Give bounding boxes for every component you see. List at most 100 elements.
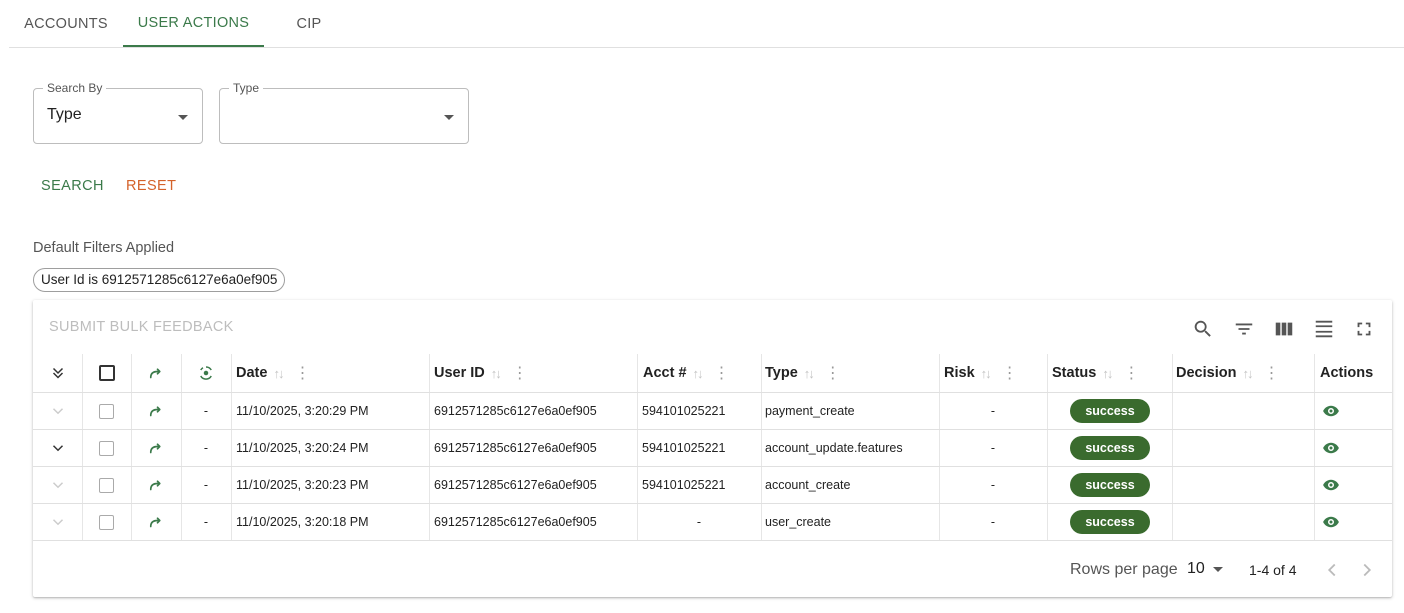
column-risk[interactable]: Risk bbox=[944, 365, 975, 381]
row-dash: - bbox=[203, 478, 209, 492]
row-date: 11/10/2025, 3:20:23 PM bbox=[236, 478, 369, 492]
row-acct: - bbox=[696, 515, 702, 529]
default-filters-label: Default Filters Applied bbox=[33, 240, 175, 256]
chevron-down-icon[interactable] bbox=[1213, 567, 1223, 572]
status-badge[interactable]: success bbox=[1070, 436, 1150, 460]
column-menu-icon[interactable]: ⋮ bbox=[825, 363, 841, 383]
rows-per-page-select[interactable]: 10 bbox=[1187, 560, 1205, 578]
row-date: 11/10/2025, 3:20:18 PM bbox=[236, 515, 369, 529]
row-acct: 594101025221 bbox=[642, 441, 726, 455]
sort-icon[interactable]: ↑↓ bbox=[1242, 366, 1253, 381]
status-badge[interactable]: success bbox=[1070, 473, 1150, 497]
status-badge[interactable]: success bbox=[1070, 510, 1150, 534]
search-by-select[interactable]: Search By Type bbox=[33, 81, 203, 144]
filter-icon[interactable] bbox=[1233, 318, 1255, 340]
next-page-icon[interactable] bbox=[1356, 559, 1378, 581]
row-date: 11/10/2025, 3:20:29 PM bbox=[236, 404, 369, 418]
sort-icon[interactable]: ↑↓ bbox=[1102, 366, 1113, 381]
row-user-id: 6912571285c6127e6a0ef905 bbox=[434, 441, 597, 455]
column-status[interactable]: Status bbox=[1052, 365, 1096, 381]
row-user-id: 6912571285c6127e6a0ef905 bbox=[434, 515, 597, 529]
columns-icon[interactable] bbox=[1273, 318, 1295, 340]
view-icon[interactable] bbox=[1322, 504, 1392, 540]
tab-accounts[interactable]: ACCOUNTS bbox=[9, 0, 123, 47]
row-risk: - bbox=[990, 515, 996, 529]
column-user-id[interactable]: User ID bbox=[434, 365, 485, 381]
forward-icon[interactable] bbox=[131, 504, 181, 540]
chevron-down-icon bbox=[444, 115, 454, 120]
row-checkbox[interactable] bbox=[82, 504, 131, 540]
expand-all-icon[interactable] bbox=[33, 354, 82, 392]
forward-icon[interactable] bbox=[131, 393, 181, 429]
table-row[interactable]: - 11/10/2025, 3:20:18 PM 6912571285c6127e6… bbox=[33, 504, 1392, 541]
row-checkbox[interactable] bbox=[82, 467, 131, 503]
row-checkbox[interactable] bbox=[82, 393, 131, 429]
row-checkbox[interactable] bbox=[82, 430, 131, 466]
prev-page-icon[interactable] bbox=[1321, 559, 1343, 581]
search-button[interactable]: SEARCH bbox=[41, 178, 104, 194]
row-user-id: 6912571285c6127e6a0ef905 bbox=[434, 404, 597, 418]
reset-button[interactable]: RESET bbox=[126, 178, 176, 194]
table-row[interactable]: - 11/10/2025, 3:20:29 PM 6912571285c6127e6… bbox=[33, 393, 1392, 430]
select-all-checkbox[interactable] bbox=[82, 354, 131, 392]
type-label: Type bbox=[229, 81, 264, 95]
pagination: Rows per page 10 1-4 of 4 bbox=[33, 543, 1392, 597]
sync-icon bbox=[181, 354, 231, 392]
view-icon[interactable] bbox=[1322, 467, 1392, 503]
row-user-id: 6912571285c6127e6a0ef905 bbox=[434, 478, 597, 492]
column-actions: Actions bbox=[1320, 365, 1374, 381]
fullscreen-icon[interactable] bbox=[1353, 318, 1375, 340]
sort-icon[interactable]: ↑↓ bbox=[693, 366, 704, 381]
chevron-down-icon bbox=[178, 115, 188, 120]
submit-bulk-feedback-button[interactable]: SUBMIT BULK FEEDBACK bbox=[49, 319, 234, 335]
table-row[interactable]: - 11/10/2025, 3:20:23 PM 6912571285c6127e6… bbox=[33, 467, 1392, 504]
column-decision[interactable]: Decision bbox=[1176, 365, 1236, 381]
table-header: Date ↑↓ ⋮ User ID ↑↓ ⋮ Acct # ↑↓ ⋮ Type ↑↓ ⋮ Ris… bbox=[33, 354, 1392, 393]
column-menu-icon[interactable]: ⋮ bbox=[294, 363, 310, 383]
type-select[interactable]: Type bbox=[219, 81, 469, 144]
row-type: account_update.features bbox=[765, 441, 903, 455]
row-date: 11/10/2025, 3:20:24 PM bbox=[236, 441, 369, 455]
row-acct: 594101025221 bbox=[642, 404, 726, 418]
search-icon[interactable] bbox=[1192, 318, 1214, 340]
data-grid: SUBMIT BULK FEEDBACK Date ↑↓ ⋮ User ID ↑… bbox=[33, 300, 1392, 597]
status-badge[interactable]: success bbox=[1070, 399, 1150, 423]
tab-bar: ACCOUNTS USER ACTIONS CIP bbox=[9, 0, 1404, 48]
view-icon[interactable] bbox=[1322, 430, 1392, 466]
column-type[interactable]: Type bbox=[765, 365, 798, 381]
row-dash: - bbox=[203, 441, 209, 455]
table-row[interactable]: - 11/10/2025, 3:20:24 PM 6912571285c6127e6… bbox=[33, 430, 1392, 467]
view-icon[interactable] bbox=[1322, 393, 1392, 429]
row-type: user_create bbox=[765, 515, 832, 529]
expand-row-icon[interactable] bbox=[33, 467, 82, 503]
sort-icon[interactable]: ↑↓ bbox=[981, 366, 992, 381]
expand-row-icon[interactable] bbox=[33, 430, 82, 466]
row-dash: - bbox=[203, 404, 209, 418]
column-menu-icon[interactable]: ⋮ bbox=[1123, 363, 1139, 383]
column-menu-icon[interactable]: ⋮ bbox=[512, 363, 528, 383]
search-by-value: Type bbox=[47, 106, 82, 123]
tab-user-actions[interactable]: USER ACTIONS bbox=[123, 0, 264, 47]
row-decision bbox=[1176, 393, 1314, 429]
expand-row-icon[interactable] bbox=[33, 504, 82, 540]
sort-icon[interactable]: ↑↓ bbox=[273, 366, 284, 381]
row-acct: 594101025221 bbox=[642, 478, 726, 492]
expand-row-icon[interactable] bbox=[33, 393, 82, 429]
sort-icon[interactable]: ↑↓ bbox=[804, 366, 815, 381]
search-by-label: Search By bbox=[43, 81, 107, 95]
tab-cip[interactable]: CIP bbox=[264, 0, 354, 47]
column-date[interactable]: Date bbox=[236, 365, 267, 381]
column-menu-icon[interactable]: ⋮ bbox=[1002, 363, 1018, 383]
row-type: account_create bbox=[765, 478, 851, 492]
row-risk: - bbox=[990, 404, 996, 418]
row-dash: - bbox=[203, 515, 209, 529]
column-menu-icon[interactable]: ⋮ bbox=[1263, 363, 1279, 383]
forward-icon[interactable] bbox=[131, 430, 181, 466]
sort-icon[interactable]: ↑↓ bbox=[491, 366, 502, 381]
forward-icon[interactable] bbox=[131, 467, 181, 503]
column-acct[interactable]: Acct # bbox=[643, 365, 687, 381]
column-menu-icon[interactable]: ⋮ bbox=[714, 363, 730, 383]
density-icon[interactable] bbox=[1313, 318, 1335, 340]
row-decision bbox=[1176, 430, 1314, 466]
row-decision bbox=[1176, 504, 1314, 540]
